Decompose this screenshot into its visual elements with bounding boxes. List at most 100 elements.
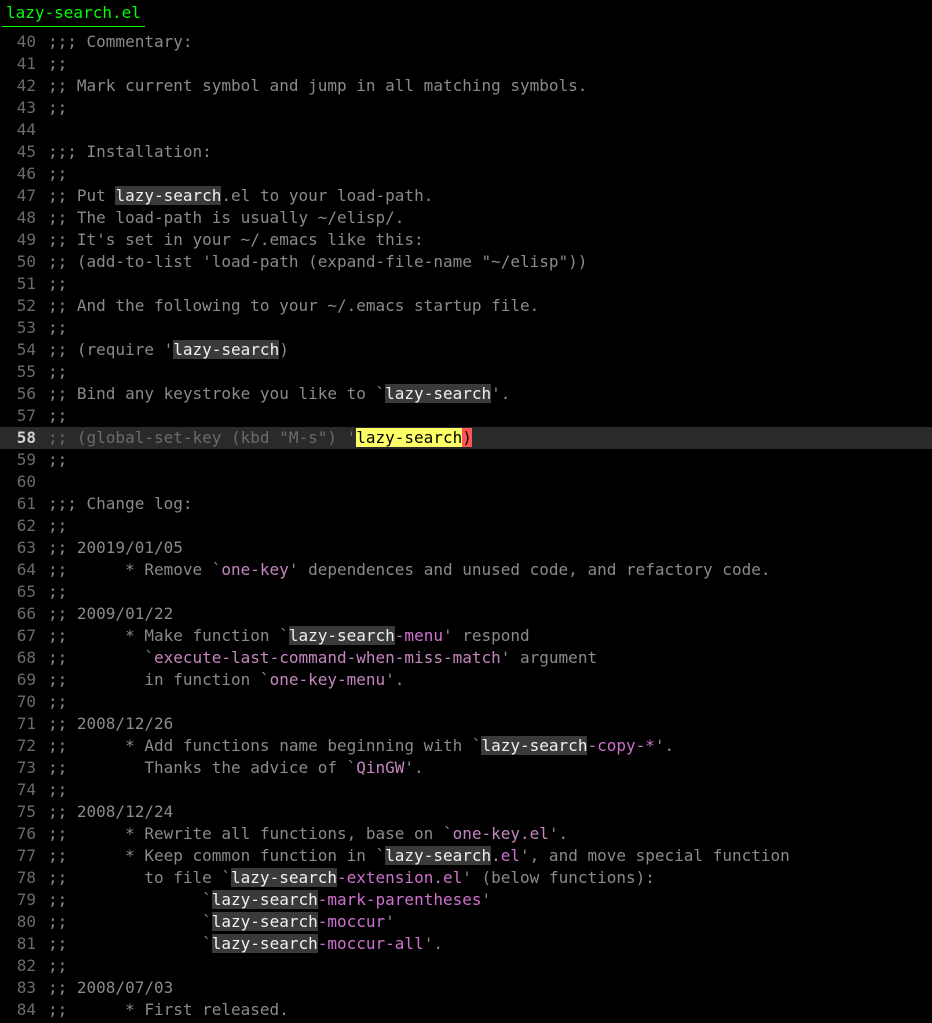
code-line[interactable]: 83;; 2008/07/03 bbox=[0, 977, 932, 999]
line-content: ;; `lazy-search-moccur' bbox=[48, 911, 932, 933]
code-line[interactable]: 52;; And the following to your ~/.emacs … bbox=[0, 295, 932, 317]
line-number: 81 bbox=[0, 933, 48, 955]
line-number: 63 bbox=[0, 537, 48, 559]
code-line[interactable]: 72;; * Add functions name beginning with… bbox=[0, 735, 932, 757]
code-line[interactable]: 82;; bbox=[0, 955, 932, 977]
line-number: 66 bbox=[0, 603, 48, 625]
code-line[interactable]: 70;; bbox=[0, 691, 932, 713]
line-content: ;; Bind any keystroke you like to `lazy-… bbox=[48, 383, 932, 405]
line-content: ;; bbox=[48, 515, 932, 537]
line-number: 75 bbox=[0, 801, 48, 823]
line-number: 50 bbox=[0, 251, 48, 273]
line-number: 82 bbox=[0, 955, 48, 977]
line-number: 77 bbox=[0, 845, 48, 867]
code-line[interactable]: 47;; Put lazy-search.el to your load-pat… bbox=[0, 185, 932, 207]
code-line[interactable]: 43;; bbox=[0, 97, 932, 119]
line-number: 65 bbox=[0, 581, 48, 603]
code-line[interactable]: 46;; bbox=[0, 163, 932, 185]
line-content: ;; to file `lazy-search-extension.el' (b… bbox=[48, 867, 932, 889]
line-number: 84 bbox=[0, 999, 48, 1021]
code-line[interactable]: 63;; 20019/01/05 bbox=[0, 537, 932, 559]
line-content: ;; Thanks the advice of `QinGW'. bbox=[48, 757, 932, 779]
line-number: 76 bbox=[0, 823, 48, 845]
line-number: 72 bbox=[0, 735, 48, 757]
code-line[interactable]: 73;; Thanks the advice of `QinGW'. bbox=[0, 757, 932, 779]
code-buffer[interactable]: 40;;; Commentary:41;;42;; Mark current s… bbox=[0, 27, 932, 1021]
code-line[interactable]: 56;; Bind any keystroke you like to `laz… bbox=[0, 383, 932, 405]
line-number: 60 bbox=[0, 471, 48, 493]
line-number: 40 bbox=[0, 31, 48, 53]
code-line[interactable]: 50;; (add-to-list 'load-path (expand-fil… bbox=[0, 251, 932, 273]
line-number: 83 bbox=[0, 977, 48, 999]
code-line[interactable]: 74;; bbox=[0, 779, 932, 801]
code-line[interactable]: 68;; `execute-last-command-when-miss-mat… bbox=[0, 647, 932, 669]
line-content: ;; 2008/07/03 bbox=[48, 977, 932, 999]
line-content: ;; Mark current symbol and jump in all m… bbox=[48, 75, 932, 97]
code-line[interactable]: 49;; It's set in your ~/.emacs like this… bbox=[0, 229, 932, 251]
line-content: ;; bbox=[48, 449, 932, 471]
line-number: 70 bbox=[0, 691, 48, 713]
code-line[interactable]: 66;; 2009/01/22 bbox=[0, 603, 932, 625]
code-line[interactable]: 84;; * First released. bbox=[0, 999, 932, 1021]
line-content: ;; Put lazy-search.el to your load-path. bbox=[48, 185, 932, 207]
line-number: 56 bbox=[0, 383, 48, 405]
line-content: ;; bbox=[48, 405, 932, 427]
line-number: 54 bbox=[0, 339, 48, 361]
code-line[interactable]: 60 bbox=[0, 471, 932, 493]
line-content bbox=[48, 471, 932, 493]
line-content: ;; `lazy-search-mark-parentheses' bbox=[48, 889, 932, 911]
line-number: 51 bbox=[0, 273, 48, 295]
code-line[interactable]: 79;; `lazy-search-mark-parentheses' bbox=[0, 889, 932, 911]
line-number: 46 bbox=[0, 163, 48, 185]
code-line[interactable]: 64;; * Remove `one-key' dependences and … bbox=[0, 559, 932, 581]
line-content: ;; (add-to-list 'load-path (expand-file-… bbox=[48, 251, 932, 273]
line-number: 68 bbox=[0, 647, 48, 669]
code-line[interactable]: 40;;; Commentary: bbox=[0, 31, 932, 53]
code-line[interactable]: 81;; `lazy-search-moccur-all'. bbox=[0, 933, 932, 955]
line-content: ;; The load-path is usually ~/elisp/. bbox=[48, 207, 932, 229]
code-line[interactable]: 48;; The load-path is usually ~/elisp/. bbox=[0, 207, 932, 229]
line-number: 55 bbox=[0, 361, 48, 383]
line-content: ;; in function `one-key-menu'. bbox=[48, 669, 932, 691]
code-line[interactable]: 69;; in function `one-key-menu'. bbox=[0, 669, 932, 691]
code-line[interactable]: 58;; (global-set-key (kbd "M-s") 'lazy-s… bbox=[0, 427, 932, 449]
line-content: ;; * Rewrite all functions, base on `one… bbox=[48, 823, 932, 845]
line-number: 71 bbox=[0, 713, 48, 735]
code-line[interactable]: 54;; (require 'lazy-search) bbox=[0, 339, 932, 361]
code-line[interactable]: 80;; `lazy-search-moccur' bbox=[0, 911, 932, 933]
code-line[interactable]: 75;; 2008/12/24 bbox=[0, 801, 932, 823]
line-number: 61 bbox=[0, 493, 48, 515]
line-content: ;; bbox=[48, 97, 932, 119]
line-number: 69 bbox=[0, 669, 48, 691]
line-content: ;;; Commentary: bbox=[48, 31, 932, 53]
code-line[interactable]: 51;; bbox=[0, 273, 932, 295]
line-content: ;; (global-set-key (kbd "M-s") 'lazy-sea… bbox=[48, 427, 932, 449]
code-line[interactable]: 61;;; Change log: bbox=[0, 493, 932, 515]
line-number: 41 bbox=[0, 53, 48, 75]
line-number: 64 bbox=[0, 559, 48, 581]
code-line[interactable]: 65;; bbox=[0, 581, 932, 603]
line-number: 78 bbox=[0, 867, 48, 889]
code-line[interactable]: 59;; bbox=[0, 449, 932, 471]
line-content: ;; `lazy-search-moccur-all'. bbox=[48, 933, 932, 955]
line-content: ;; 2008/12/24 bbox=[48, 801, 932, 823]
line-content: ;; (require 'lazy-search) bbox=[48, 339, 932, 361]
line-content: ;; bbox=[48, 581, 932, 603]
line-content: ;; 20019/01/05 bbox=[48, 537, 932, 559]
code-line[interactable]: 76;; * Rewrite all functions, base on `o… bbox=[0, 823, 932, 845]
code-line[interactable]: 53;; bbox=[0, 317, 932, 339]
code-line[interactable]: 57;; bbox=[0, 405, 932, 427]
line-content: ;; bbox=[48, 955, 932, 977]
code-line[interactable]: 55;; bbox=[0, 361, 932, 383]
line-number: 79 bbox=[0, 889, 48, 911]
code-line[interactable]: 67;; * Make function `lazy-search-menu' … bbox=[0, 625, 932, 647]
code-line[interactable]: 44 bbox=[0, 119, 932, 141]
code-line[interactable]: 71;; 2008/12/26 bbox=[0, 713, 932, 735]
code-line[interactable]: 77;; * Keep common function in `lazy-sea… bbox=[0, 845, 932, 867]
code-line[interactable]: 42;; Mark current symbol and jump in all… bbox=[0, 75, 932, 97]
code-line[interactable]: 41;; bbox=[0, 53, 932, 75]
code-line[interactable]: 78;; to file `lazy-search-extension.el' … bbox=[0, 867, 932, 889]
line-content: ;; * First released. bbox=[48, 999, 932, 1021]
code-line[interactable]: 62;; bbox=[0, 515, 932, 537]
code-line[interactable]: 45;;; Installation: bbox=[0, 141, 932, 163]
